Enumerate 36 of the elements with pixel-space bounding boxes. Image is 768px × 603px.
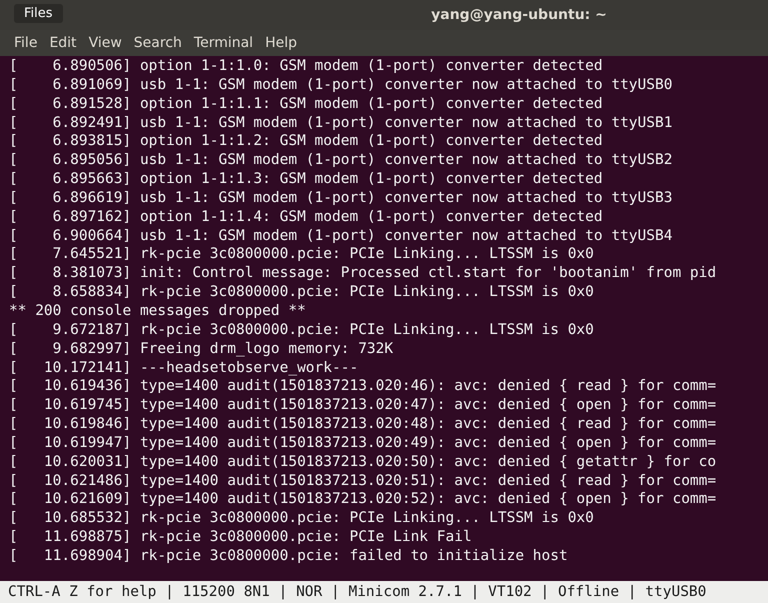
menu-item[interactable]: Terminal <box>194 35 254 51</box>
terminal-line: [ 6.897162] option 1-1:1.4: GSM modem (1-port) converter detected <box>9 208 604 227</box>
terminal-line: [ 7.645521] rk-pcie 3c0800000.pcie: PCIe Linking... LTSSM is 0x0 <box>9 245 595 264</box>
terminal-line: ** 200 console messages dropped ** <box>9 302 307 321</box>
terminal-line: [ 6.895056] usb 1-1: GSM modem (1-port) converter now attached to ttyUSB2 <box>9 151 674 170</box>
terminal-line: [ 10.619436] type=1400 audit(1501837213.020:46): avc: denied { read } for comm= <box>9 377 718 396</box>
terminal-line: [ 10.619846] type=1400 audit(1501837213.020:48): avc: denied { read } for comm= <box>9 415 718 434</box>
menu-item[interactable]: Edit <box>49 35 77 51</box>
terminal-line: [ 9.682997] Freeing drm_logo memory: 732K <box>9 340 394 358</box>
terminal-line: [ 10.619947] type=1400 audit(1501837213.020:49): avc: denied { open } for comm= <box>9 434 718 453</box>
terminal-line: [ 10.619745] type=1400 audit(1501837213.020:47): avc: denied { open } for comm= <box>9 396 718 416</box>
terminal-line: [ 6.895663] option 1-1:1.3: GSM modem (1-port) converter detected <box>9 170 604 189</box>
terminal-line: [ 6.892491] usb 1-1: GSM modem (1-port) converter now attached to ttyUSB1 <box>9 114 674 132</box>
terminal-line: [ 11.698904] rk-pcie 3c0800000.pcie: failed to initialize host <box>9 546 569 566</box>
window-title: yang@yang-ubuntu: ~ <box>431 7 607 23</box>
terminal-line: [ 10.172141] ---headsetobserve_work--- <box>9 358 360 378</box>
terminal-line: [ 10.621609] type=1400 audit(1501837213.020:52): avc: denied { open } for comm= <box>9 490 718 510</box>
terminal-line: [ 6.896619] usb 1-1: GSM modem (1-port) converter now attached to ttyUSB3 <box>9 188 674 208</box>
status-text: CTRL-A Z for help | 115200 8N1 | NOR | Minicom 2.7.1 | VT102 | Offline | ttyUSB0 <box>8 584 706 600</box>
terminal-line: [ 11.698875] rk-pcie 3c0800000.pcie: PCIe Link Fail <box>9 528 473 547</box>
terminal-line: [ 6.893815] option 1-1:1.2: GSM modem (1-port) converter detected <box>9 132 604 152</box>
menu-item[interactable]: Search <box>134 35 182 51</box>
menu-item[interactable]: Help <box>265 35 297 51</box>
terminal-line: [ 8.381073] init: Control message: Processed ctl.start for 'bootanim' from pid <box>9 264 718 284</box>
terminal-line: [ 9.672187] rk-pcie 3c0800000.pcie: PCIe Linking... LTSSM is 0x0 <box>9 320 595 340</box>
terminal-line: [ 6.890506] option 1-1:1.0: GSM modem (1-port) converter detected <box>9 57 604 76</box>
terminal-line: [ 6.891069] usb 1-1: GSM modem (1-port) converter now attached to ttyUSB0 <box>9 76 674 95</box>
menu-item[interactable]: View <box>88 35 122 51</box>
terminal-line: [ 10.620031] type=1400 audit(1501837213.020:50): avc: denied { getattr } for co <box>9 452 718 472</box>
terminal-line: [ 6.900664] usb 1-1: GSM modem (1-port) converter now attached to ttyUSB4 <box>9 226 674 246</box>
terminal-line: [ 6.891528] option 1-1:1.1: GSM modem (1-port) converter detected <box>9 94 604 114</box>
menu-item[interactable]: File <box>14 35 38 51</box>
terminal-line: [ 8.658834] rk-pcie 3c0800000.pcie: PCIe Linking... LTSSM is 0x0 <box>9 283 595 302</box>
terminal-line: [ 10.621486] type=1400 audit(1501837213.020:51): avc: denied { read } for comm= <box>9 472 718 490</box>
tooltip: Files <box>14 4 63 23</box>
terminal-line: [ 10.685532] rk-pcie 3c0800000.pcie: PCIe Linking... LTSSM is 0x0 <box>9 509 595 528</box>
